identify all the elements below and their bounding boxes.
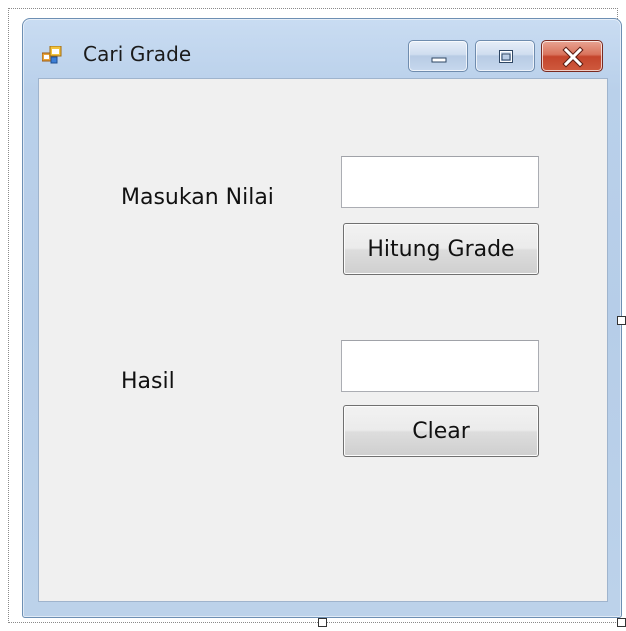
form-window: Cari Grade Masukan Nilai Hitung Grade Ha… [22, 18, 622, 618]
resize-handle-corner[interactable] [617, 618, 626, 627]
hitung-grade-button[interactable]: Hitung Grade [343, 223, 539, 275]
close-button[interactable] [541, 40, 603, 72]
form-client-area: Masukan Nilai Hitung Grade Hasil Clear [38, 78, 608, 602]
maximize-button[interactable] [475, 40, 535, 72]
resize-handle-right[interactable] [617, 316, 626, 325]
resize-handle-bottom[interactable] [318, 618, 327, 627]
minimize-icon [431, 57, 447, 63]
hasil-label: Hasil [121, 369, 175, 394]
window-title: Cari Grade [83, 42, 192, 66]
maximize-icon [499, 50, 513, 63]
clear-button[interactable]: Clear [343, 405, 539, 457]
minimize-button[interactable] [408, 40, 468, 72]
close-icon [562, 46, 584, 68]
form-app-icon [41, 45, 62, 64]
masukan-nilai-label: Masukan Nilai [121, 185, 274, 210]
nilai-input[interactable] [341, 156, 539, 208]
title-bar[interactable]: Cari Grade [23, 19, 621, 79]
hasil-output[interactable] [341, 340, 539, 392]
